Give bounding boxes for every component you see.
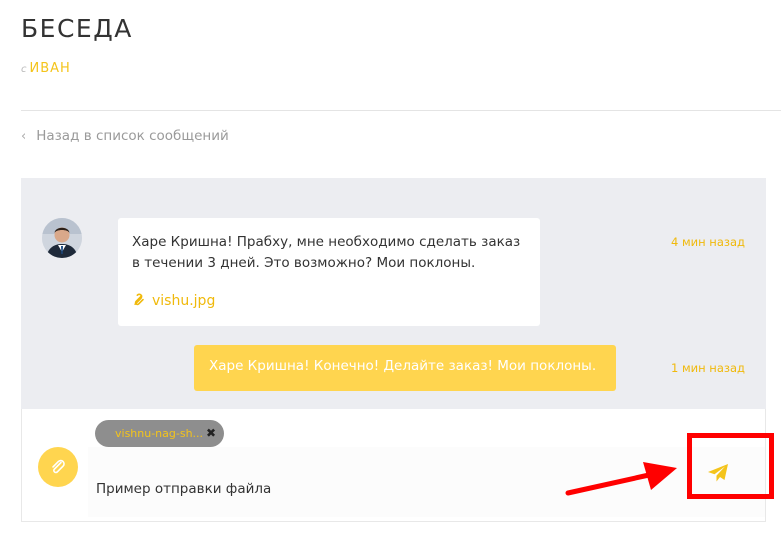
back-to-messages-link[interactable]: ‹ Назад в список сообщений xyxy=(21,128,229,144)
message-text: Харе Кришна! Конечно! Делайте заказ! Мои… xyxy=(209,358,597,374)
send-button-highlight xyxy=(687,433,774,499)
avatar[interactable] xyxy=(42,218,82,258)
attach-file-button[interactable] xyxy=(38,447,78,487)
outgoing-message: Харе Кришна! Конечно! Делайте заказ! Мои… xyxy=(194,345,616,391)
divider xyxy=(21,110,781,111)
back-link-label: Назад в список сообщений xyxy=(36,128,229,144)
message-thread: Харе Кришна! Прабху, мне необходимо сдел… xyxy=(21,178,766,409)
page-title: БЕСЕДА xyxy=(21,14,133,43)
paperclip-icon xyxy=(132,292,144,310)
chevron-left-icon: ‹ xyxy=(21,129,27,144)
conversation-with: с ИВАН xyxy=(21,61,71,76)
attachment-filename: vishu.jpg xyxy=(152,293,216,309)
incoming-message: Харе Кришна! Прабху, мне необходимо сдел… xyxy=(118,218,540,326)
message-text: Харе Кришна! Прабху, мне необходимо сдел… xyxy=(132,234,521,271)
annotation-arrow-icon xyxy=(565,462,677,496)
attached-file-chip: vishnu-nag-sh... ✖ xyxy=(95,420,224,447)
attached-file-name: vishnu-nag-sh... xyxy=(115,427,204,440)
user-avatar-icon xyxy=(42,218,82,258)
with-prefix: с xyxy=(21,64,27,75)
attachment-link[interactable]: vishu.jpg xyxy=(132,292,526,310)
message-timestamp: 4 мин назад xyxy=(671,235,745,249)
partner-name[interactable]: ИВАН xyxy=(30,61,71,76)
paperclip-icon xyxy=(52,459,65,474)
message-timestamp: 1 мин назад xyxy=(671,361,745,375)
remove-attachment-icon[interactable]: ✖ xyxy=(206,426,216,440)
